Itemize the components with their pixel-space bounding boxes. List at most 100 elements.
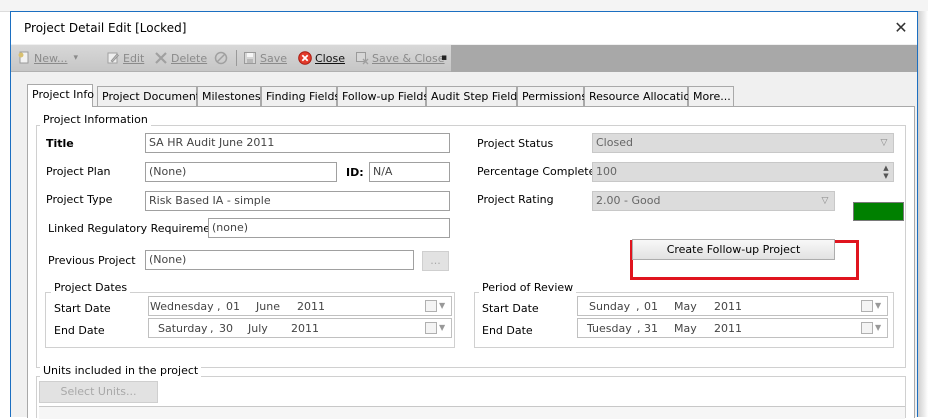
save-and-close-button[interactable]: Save & Close [355,49,445,67]
window-title: Project Detail Edit [Locked] [24,21,187,35]
chevron-down-icon[interactable]: ▼ [875,301,881,310]
date-month: May [674,300,697,313]
previous-project-label: Previous Project [48,254,136,267]
delete-button[interactable]: Delete [154,49,207,67]
review-start-date-label: Start Date [482,302,539,315]
percentage-complete-spinner[interactable]: 100 ▲ ▼ [592,162,894,182]
calendar-icon[interactable] [861,300,873,312]
title-field[interactable]: SA HR Audit June 2011 [145,133,450,153]
tab-more[interactable]: More... [688,86,734,106]
date-separator: , [210,322,214,335]
chevron-down-icon: ▽ [880,138,888,148]
toolbar-overflow-icon[interactable]: ▪ [441,53,447,63]
date-day: 31 [644,322,658,335]
toolbar-separator [236,50,237,66]
id-field[interactable]: N/A [369,162,450,182]
delete-button-label: Delete [171,51,208,65]
id-label: ID: [346,166,364,179]
percentage-complete-label: Percentage Complete [477,165,596,178]
calendar-icon[interactable] [425,322,437,334]
project-rating-label: Project Rating [477,193,554,206]
date-year: 2011 [291,322,319,335]
save-button[interactable]: Save [243,49,287,67]
project-type-field[interactable]: Risk Based IA - simple [145,191,450,211]
close-button-label: Close [315,51,345,65]
window-close-icon[interactable]: ✕ [891,18,911,38]
date-month: June [256,300,280,313]
date-day: 01 [226,300,240,313]
toolbar: New... ▾ Edit Delete Save Close Save & C… [11,45,451,72]
tab-milestones[interactable]: Milestones [197,86,261,106]
date-year: 2011 [714,322,742,335]
tab-finding-fields[interactable]: Finding Fields [261,86,340,106]
title-label: Title [46,137,74,150]
date-weekday: Wednesday [150,300,214,313]
date-month: July [248,322,268,335]
date-weekday: Saturday [158,322,208,335]
date-year: 2011 [297,300,325,313]
select-units-button[interactable]: Select Units... [39,381,158,403]
period-of-review-legend: Period of Review [479,281,577,294]
calendar-icon[interactable] [861,322,873,334]
save-close-icon [356,52,369,65]
date-weekday: Sunday [589,300,631,313]
review-end-date-label: End Date [482,324,533,337]
project-end-date-picker[interactable]: Saturday , 30 July 2011 ▼ [148,318,452,338]
tab-follow-up-fields[interactable]: Follow-up Fields [337,86,429,106]
new-dropdown-icon[interactable]: ▾ [73,53,78,63]
window-shadow [918,11,928,417]
project-plan-field[interactable]: (None) [145,162,337,182]
spin-up-icon[interactable]: ▲ [880,164,892,172]
tab-project-info[interactable]: Project Info [27,84,94,107]
project-rating-value: 2.00 - Good [596,194,661,207]
project-status-select[interactable]: Closed ▽ [592,133,894,153]
rating-color-swatch [853,202,904,221]
previous-project-field[interactable]: (None) [145,250,414,270]
date-separator: , [217,300,221,313]
edit-button[interactable]: Edit [106,49,144,67]
chevron-down-icon[interactable]: ▼ [875,323,881,332]
date-day: 30 [219,322,233,335]
date-day: 01 [644,300,658,313]
chevron-down-icon[interactable]: ▼ [439,301,445,310]
percentage-complete-value: 100 [596,165,617,178]
create-follow-up-project-button[interactable]: Create Follow-up Project [632,239,835,260]
disabled-circle-icon [214,51,228,65]
tab-audit-step-fields[interactable]: Audit Step Fields [426,86,523,106]
project-start-date-picker[interactable]: Wednesday , 01 June 2011 ▼ [148,296,452,316]
title-bar: Project Detail Edit [Locked] ✕ [11,12,917,44]
project-dates-legend: Project Dates [51,281,131,294]
save-and-close-label: Save & Close [372,51,445,65]
chevron-down-icon: ▽ [821,196,829,206]
delete-x-icon [155,52,167,64]
project-end-date-label: End Date [54,324,105,337]
disabled-action-button[interactable] [214,49,231,67]
browse-previous-project-button[interactable]: ... [422,251,449,271]
linked-regulatory-requirement-label: Linked Regulatory Requirement [48,222,222,235]
close-button[interactable]: Close [298,49,345,67]
project-rating-select[interactable]: 2.00 - Good ▽ [592,191,835,211]
new-button-label: New... [34,51,68,65]
tab-resource-allocation[interactable]: Resource Allocation [584,86,697,106]
project-information-legend: Project Information [40,113,151,126]
project-status-label: Project Status [477,137,554,150]
date-month: May [674,322,697,335]
project-type-label: Project Type [46,193,113,206]
edit-pencil-icon [107,52,119,64]
date-weekday: Tuesday [587,322,632,335]
tab-project-documents[interactable]: Project Documents [97,86,206,106]
review-start-date-picker[interactable]: Sunday , 01 May 2011 ▼ [577,296,888,316]
tab-permissions[interactable]: Permissions [517,86,587,106]
chevron-down-icon[interactable]: ▼ [439,323,445,332]
close-red-circle-icon [298,51,312,65]
date-year: 2011 [714,300,742,313]
project-detail-dialog: Project Detail Edit [Locked] ✕ New... ▾ … [10,11,918,419]
spin-down-icon[interactable]: ▼ [880,172,892,180]
toolbar-background [451,45,917,72]
new-document-icon [18,51,29,64]
linked-regulatory-requirement-field[interactable]: (none) [208,218,450,238]
new-button[interactable]: New... ▾ [17,49,78,67]
calendar-icon[interactable] [425,300,437,312]
date-separator: , [637,322,641,335]
review-end-date-picker[interactable]: Tuesday , 31 May 2011 ▼ [577,318,888,338]
